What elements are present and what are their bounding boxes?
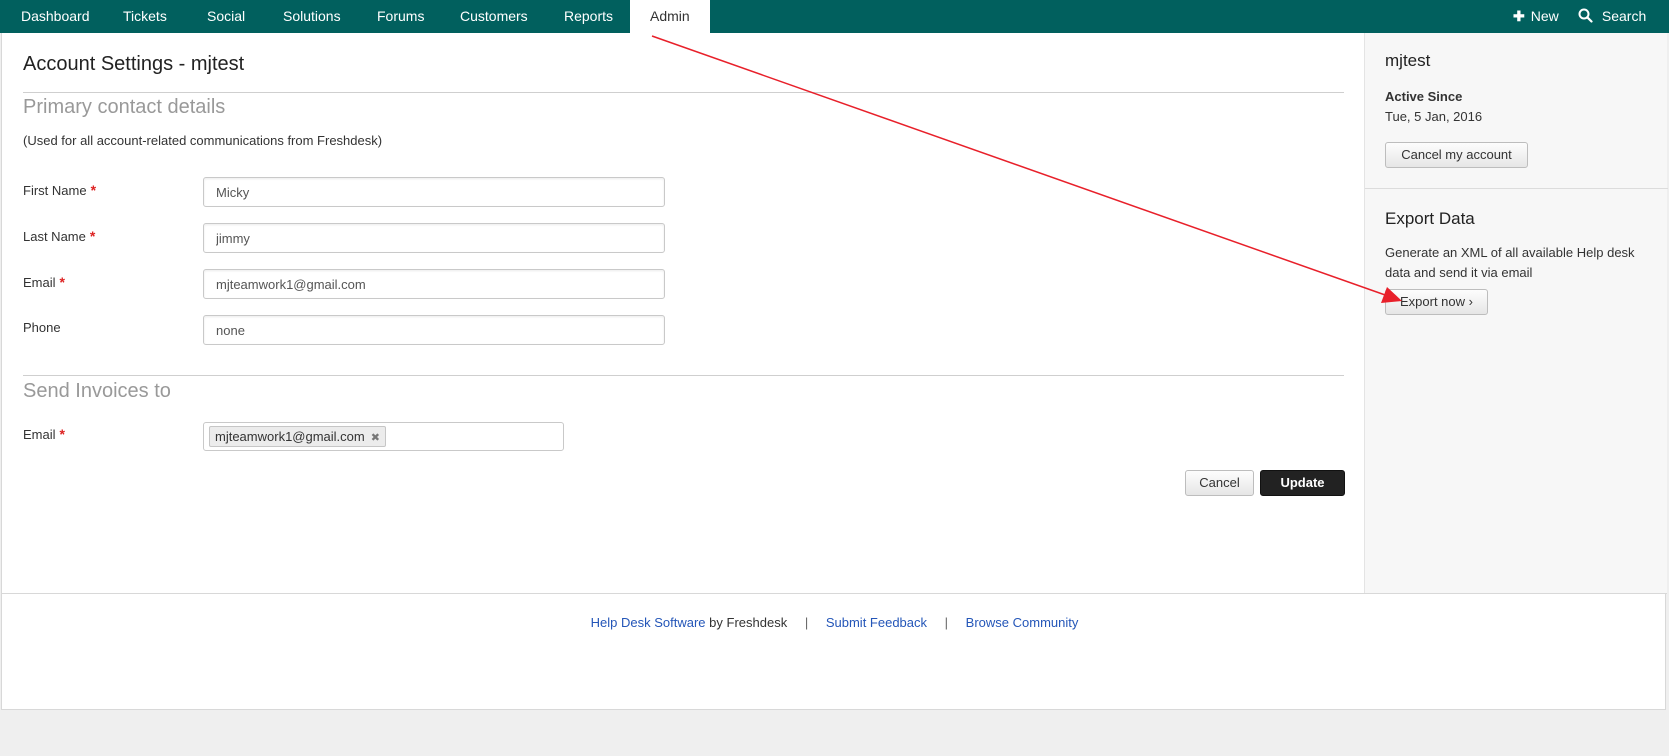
footer-separator: | [944,615,949,630]
footer-separator: | [804,615,809,630]
sidebar-divider [1365,188,1668,189]
export-now-button[interactable]: Export now › [1385,289,1488,315]
last-name-input[interactable] [203,223,665,253]
send-invoices-heading: Send Invoices to [23,380,171,402]
browse-community-link[interactable]: Browse Community [966,615,1079,630]
first-name-label: First Name * [23,182,97,198]
plus-icon: ✚ [1513,8,1525,24]
new-button[interactable]: ✚ New [1513,0,1559,33]
primary-contact-hint: (Used for all account-related communicat… [23,133,383,148]
nav-tab-reports[interactable]: Reports [544,0,633,33]
nav-tab-solutions[interactable]: Solutions [263,0,361,33]
top-navigation-bar: Dashboard Tickets Social Solutions Forum… [0,0,1669,33]
invoice-email-label: Email * [23,426,65,442]
required-marker: * [59,426,65,442]
nav-tab-tickets[interactable]: Tickets [103,0,187,33]
email-tag-text: mjteamwork1@gmail.com [215,429,365,444]
footer: Help Desk Software by Freshdesk | Submit… [2,615,1667,630]
active-since-label: Active Since [1385,89,1463,104]
section-divider [23,92,1344,93]
phone-input[interactable] [203,315,665,345]
account-name: mjtest [1385,51,1431,70]
invoice-email-tag-input[interactable]: mjteamwork1@gmail.com ✖ [203,422,564,451]
footer-divider [2,593,1667,594]
required-marker: * [59,274,65,290]
email-input[interactable] [203,269,665,299]
required-marker: * [90,182,97,198]
export-data-description: Generate an XML of all available Help de… [1385,245,1635,280]
nav-tab-admin[interactable]: Admin [630,0,710,33]
footer-by-text: by Freshdesk [709,615,788,630]
search-icon [1578,8,1602,24]
update-button[interactable]: Update [1260,470,1345,496]
page-title: Account Settings - mjtest [23,53,245,75]
page-content: Account Settings - mjtest Primary contac… [1,33,1668,710]
new-label: New [1530,8,1559,24]
search-button[interactable]: Search [1578,0,1646,33]
cancel-account-button[interactable]: Cancel my account [1385,142,1528,168]
phone-label: Phone [23,320,61,335]
email-label: Email * [23,274,65,290]
active-since-date: Tue, 5 Jan, 2016 [1385,109,1483,124]
nav-tab-forums[interactable]: Forums [357,0,444,33]
submit-feedback-link[interactable]: Submit Feedback [826,615,927,630]
account-sidebar: mjtest Active Since Tue, 5 Jan, 2016 Can… [1364,33,1668,593]
nav-tab-dashboard[interactable]: Dashboard [1,0,110,33]
nav-tab-customers[interactable]: Customers [440,0,548,33]
nav-tab-social[interactable]: Social [187,0,265,33]
section-divider [23,375,1344,376]
help-desk-software-link[interactable]: Help Desk Software [591,615,706,630]
search-label: Search [1601,8,1647,24]
primary-contact-heading: Primary contact details [23,96,226,118]
cancel-button[interactable]: Cancel [1185,470,1254,496]
export-data-heading: Export Data [1385,209,1475,228]
required-marker: * [89,228,96,244]
email-tag: mjteamwork1@gmail.com ✖ [209,426,386,447]
last-name-label: Last Name * [23,228,96,244]
close-icon[interactable]: ✖ [371,432,380,444]
first-name-input[interactable] [203,177,665,207]
